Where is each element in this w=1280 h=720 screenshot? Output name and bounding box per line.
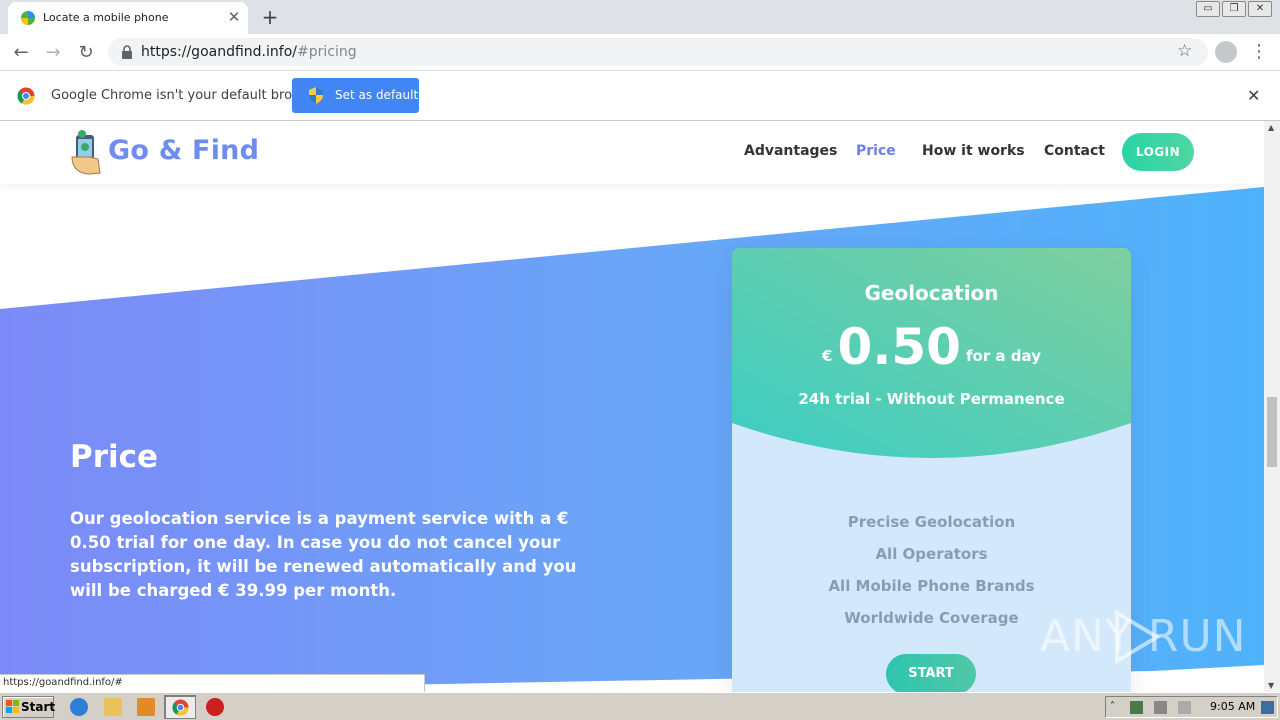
price-period: for a day: [966, 347, 1041, 365]
back-arrow-icon[interactable]: ←: [9, 41, 33, 65]
login-button[interactable]: LOGIN: [1122, 133, 1194, 171]
price-amount: 0.50: [837, 318, 961, 376]
shield-icon: [309, 87, 323, 104]
link-status-bubble: https://goandfind.info/#: [0, 674, 425, 692]
price-currency: €: [822, 347, 833, 365]
tab-strip: Locate a mobile phone ✕ + ▭ ❐ ✕: [0, 0, 1280, 34]
site-header: Go & Find Advantages Price How it works …: [0, 121, 1264, 184]
start-label: Start: [21, 700, 56, 714]
url-path: #pricing: [296, 44, 357, 60]
plan-trial: 24h trial - Without Permanence: [798, 390, 1065, 408]
plan-price: € 0.50 for a day: [732, 318, 1131, 376]
address-bar[interactable]: https://goandfind.info/#pricing ☆: [108, 38, 1208, 66]
folder-icon[interactable]: [104, 698, 122, 716]
media-player-icon[interactable]: [137, 698, 155, 716]
window-controls: ▭ ❐ ✕: [1196, 1, 1272, 17]
set-as-default-label: Set as default: [335, 88, 419, 102]
tab-close-icon[interactable]: ✕: [225, 8, 243, 26]
url-text: https://goandfind.info/#pricing: [141, 44, 357, 60]
phone-hand-logo-icon[interactable]: [70, 129, 104, 175]
feature-item: All Mobile Phone Brands: [828, 577, 1035, 595]
plan-name: Geolocation: [864, 281, 999, 305]
lock-icon: [122, 45, 132, 59]
infobar-close-icon[interactable]: ✕: [1247, 86, 1260, 105]
start-button-windows[interactable]: Start: [2, 696, 56, 718]
start-button[interactable]: START: [886, 654, 976, 692]
anyrun-watermark: ANY RUN: [1040, 611, 1247, 662]
feature-item: All Operators: [875, 545, 988, 563]
chrome-taskbar-button[interactable]: [164, 695, 196, 719]
show-desktop-icon[interactable]: [1261, 701, 1274, 714]
scroll-down-arrow-icon[interactable]: ▼: [1268, 681, 1274, 690]
price-heading: Price: [70, 439, 159, 475]
minimize-button[interactable]: ▭: [1196, 1, 1220, 17]
set-as-default-button[interactable]: Set as default: [292, 78, 419, 113]
site-logo-text[interactable]: Go & Find: [108, 135, 259, 166]
taskbar-clock: 9:05 AM: [1210, 700, 1256, 713]
network-icon[interactable]: [1130, 701, 1143, 714]
nav-how-it-works[interactable]: How it works: [922, 143, 1025, 159]
action-center-flag-icon[interactable]: [1178, 701, 1191, 714]
chrome-taskbar-icon: [172, 699, 189, 716]
nav-price[interactable]: Price: [856, 143, 896, 159]
chrome-logo-icon: [17, 87, 35, 105]
site-favicon-icon: [21, 11, 35, 25]
windows-taskbar: Start ˄ 9:05 AM: [0, 692, 1280, 720]
opera-icon[interactable]: [206, 698, 224, 716]
tray-expand-icon[interactable]: ˄: [1110, 701, 1123, 714]
reload-icon[interactable]: ↻: [74, 41, 98, 65]
nav-advantages[interactable]: Advantages: [744, 143, 837, 159]
scroll-up-arrow-icon[interactable]: ▲: [1268, 123, 1274, 132]
infobar-message: Google Chrome isn't your default browser: [51, 88, 323, 103]
nav-contact[interactable]: Contact: [1044, 143, 1105, 159]
profile-avatar-icon[interactable]: [1215, 41, 1237, 63]
forward-arrow-icon[interactable]: →: [41, 41, 65, 65]
system-tray: ˄ 9:05 AM: [1105, 696, 1278, 718]
url-host: https://goandfind.info/: [141, 44, 297, 60]
feature-item: Precise Geolocation: [847, 513, 1016, 531]
browser-toolbar: ← → ↻ https://goandfind.info/#pricing ☆ …: [0, 34, 1280, 71]
close-window-button[interactable]: ✕: [1248, 1, 1272, 17]
volume-icon[interactable]: [1154, 701, 1167, 714]
default-browser-infobar: Google Chrome isn't your default browser…: [0, 71, 1280, 121]
chrome-menu-icon[interactable]: ⋮: [1250, 42, 1268, 64]
new-tab-button[interactable]: +: [259, 6, 281, 28]
restore-button[interactable]: ❐: [1222, 1, 1246, 17]
price-description: Our geolocation service is a payment ser…: [70, 509, 577, 600]
page-scrollbar[interactable]: ▲ ▼: [1264, 121, 1280, 692]
ie-icon[interactable]: [70, 698, 88, 716]
windows-flag-icon: [6, 700, 19, 713]
page-viewport: Go & Find Advantages Price How it works …: [0, 121, 1264, 692]
scroll-thumb[interactable]: [1267, 397, 1277, 467]
bookmark-star-icon[interactable]: ☆: [1177, 41, 1192, 61]
browser-tab[interactable]: Locate a mobile phone ✕: [8, 2, 248, 34]
tab-title: Locate a mobile phone: [43, 11, 169, 24]
